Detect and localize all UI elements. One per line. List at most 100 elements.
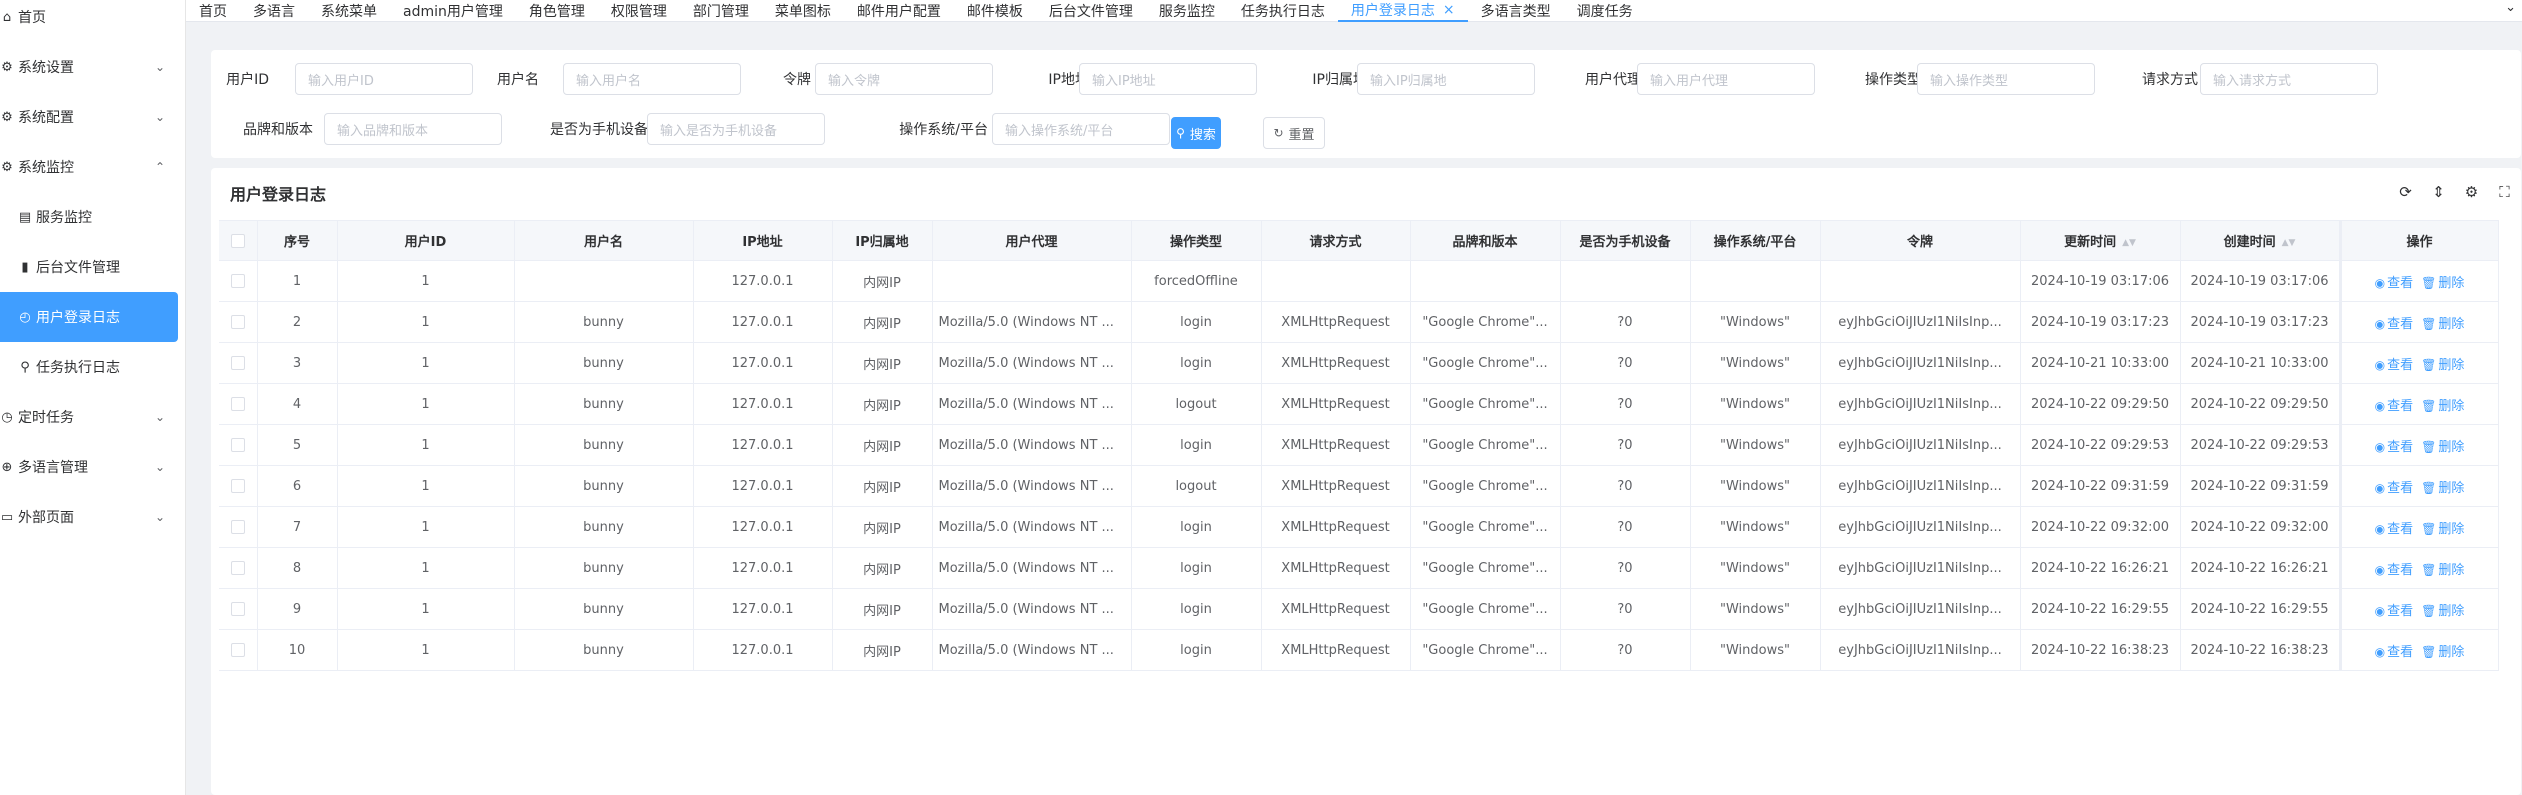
filter-input[interactable]: 输入用户ID — [295, 63, 473, 95]
row-checkbox[interactable] — [230, 479, 245, 493]
table-cell: logout — [1131, 465, 1262, 507]
delete-button[interactable]: 🗑 删除 — [2421, 399, 2464, 414]
tab-2[interactable]: 系统菜单 — [308, 0, 390, 22]
delete-button[interactable]: 🗑 删除 — [2421, 276, 2464, 291]
sidebar-item-6[interactable]: ◴ 用户登录日志 — [0, 292, 178, 342]
table-cell: 2024-10-22 16:38:23 — [2020, 629, 2181, 671]
sidebar-item-2[interactable]: ⚙ 系统配置 ⌄ — [0, 92, 186, 142]
trash-icon: 🗑 — [2421, 521, 2437, 536]
delete-button[interactable]: 🗑 删除 — [2421, 317, 2464, 332]
reset-button[interactable]: ↻ 重置 — [1263, 117, 1325, 149]
view-button[interactable]: ◉ 查看 — [2375, 399, 2414, 414]
table-cell: 2024-10-19 03:17:06 — [2020, 260, 2181, 302]
fullscreen-icon[interactable]: ⛶ — [2488, 183, 2521, 201]
row-checkbox[interactable] — [230, 438, 245, 452]
delete-button[interactable]: 🗑 删除 — [2421, 522, 2464, 537]
filter-input[interactable]: 输入IP归属地 — [1357, 63, 1535, 95]
row-checkbox[interactable] — [230, 643, 245, 657]
view-button[interactable]: ◉ 查看 — [2375, 645, 2414, 660]
sort-icon[interactable]: ▲▼ — [2122, 238, 2136, 247]
filter-input[interactable]: 输入用户名 — [563, 63, 741, 95]
view-button[interactable]: ◉ 查看 — [2375, 358, 2414, 373]
delete-button[interactable]: 🗑 删除 — [2421, 563, 2464, 578]
tab-6[interactable]: 部门管理 — [680, 0, 762, 22]
filter-input[interactable]: 输入用户代理 — [1637, 63, 1815, 95]
refresh-icon[interactable]: ⟳ — [2389, 183, 2422, 201]
column-header-label: 更新时间 — [2064, 235, 2117, 250]
table-cell: 127.0.0.1 — [693, 588, 833, 630]
filter-input[interactable]: 输入品牌和版本 — [324, 113, 502, 145]
tab-15[interactable]: 调度任务 — [1564, 0, 1646, 22]
search-button[interactable]: ⚲ 搜索 — [1171, 117, 1221, 149]
tab-14[interactable]: 多语言类型 — [1468, 0, 1564, 22]
filter-input[interactable]: 输入操作类型 — [1917, 63, 2095, 95]
actions-cell: ◉ 查看 🗑 删除 — [2338, 588, 2499, 630]
tab-0[interactable]: 首页 — [186, 0, 240, 22]
column-header[interactable] — [219, 220, 258, 261]
delete-button[interactable]: 🗑 删除 — [2421, 481, 2464, 496]
row-checkbox[interactable] — [230, 520, 245, 534]
row-checkbox[interactable] — [230, 397, 245, 411]
tab-4[interactable]: 角色管理 — [516, 0, 598, 22]
column-header-label: 请求方式 — [1309, 235, 1362, 250]
settings-icon[interactable]: ⚙ — [2455, 183, 2488, 201]
delete-button[interactable]: 🗑 删除 — [2421, 358, 2464, 373]
table-cell: XMLHttpRequest — [1261, 465, 1411, 507]
row-checkbox[interactable] — [230, 356, 245, 370]
sidebar-item-label: 系统配置 — [18, 110, 74, 126]
tab-9[interactable]: 邮件模板 — [954, 0, 1036, 22]
tab-3[interactable]: admin用户管理 — [390, 0, 516, 22]
close-icon[interactable]: × — [1443, 2, 1455, 18]
filter-input[interactable]: 输入操作系统/平台 — [992, 113, 1170, 145]
table-cell — [514, 260, 694, 302]
view-button[interactable]: ◉ 查看 — [2375, 276, 2414, 291]
table-cell: ?0 — [1560, 629, 1691, 671]
sidebar-item-0[interactable]: ⌂ 首页 — [0, 0, 186, 42]
table-cell: login — [1131, 629, 1262, 671]
tab-1[interactable]: 多语言 — [240, 0, 308, 22]
row-checkbox[interactable] — [230, 602, 245, 616]
tab-10[interactable]: 后台文件管理 — [1036, 0, 1146, 22]
view-button[interactable]: ◉ 查看 — [2375, 563, 2414, 578]
sidebar-item-1[interactable]: ⚙ 系统设置 ⌄ — [0, 42, 186, 92]
filter-input[interactable]: 输入令牌 — [815, 63, 993, 95]
tab-7[interactable]: 菜单图标 — [762, 0, 844, 22]
filter-input[interactable]: 输入是否为手机设备 — [647, 113, 825, 145]
chevron-down-icon[interactable]: ⌄ — [2505, 0, 2516, 15]
table-cell: eyJhbGciOiJIUzI1NiIsInp... — [1820, 547, 2021, 589]
sidebar-item-7[interactable]: ⚲ 任务执行日志 — [0, 342, 186, 392]
delete-button[interactable]: 🗑 删除 — [2421, 645, 2464, 660]
eye-icon: ◉ — [2374, 521, 2386, 536]
select-all-checkbox[interactable] — [230, 233, 245, 248]
tab-5[interactable]: 权限管理 — [598, 0, 680, 22]
tab-12[interactable]: 任务执行日志 — [1228, 0, 1338, 22]
column-header: IP地址 — [693, 220, 833, 261]
column-header[interactable]: 更新时间 ▲▼ — [2020, 220, 2181, 261]
sidebar-item-10[interactable]: ▭ 外部页面 ⌄ — [0, 492, 186, 542]
row-checkbox[interactable] — [230, 561, 245, 575]
sidebar-item-9[interactable]: ⊕ 多语言管理 ⌄ — [0, 442, 186, 492]
sidebar-item-4[interactable]: ▤ 服务监控 — [0, 192, 186, 242]
view-button[interactable]: ◉ 查看 — [2375, 481, 2414, 496]
tab-8[interactable]: 邮件用户配置 — [844, 0, 954, 22]
view-button[interactable]: ◉ 查看 — [2375, 317, 2414, 332]
sort-icon[interactable]: ▲▼ — [2282, 238, 2296, 247]
delete-button[interactable]: 🗑 删除 — [2421, 604, 2464, 619]
filter-input[interactable]: 输入IP地址 — [1079, 63, 1257, 95]
filter-input[interactable]: 输入请求方式 — [2200, 63, 2378, 95]
sidebar-item-8[interactable]: ◷ 定时任务 ⌄ — [0, 392, 186, 442]
view-button[interactable]: ◉ 查看 — [2375, 440, 2414, 455]
row-checkbox[interactable] — [230, 274, 245, 288]
delete-button[interactable]: 🗑 删除 — [2421, 440, 2464, 455]
row-checkbox[interactable] — [230, 315, 245, 329]
column-header[interactable]: 创建时间 ▲▼ — [2180, 220, 2341, 261]
column-height-icon[interactable]: ⇕ — [2422, 183, 2455, 201]
sidebar-item-5[interactable]: ▮ 后台文件管理 — [0, 242, 186, 292]
tab-11[interactable]: 服务监控 — [1146, 0, 1228, 22]
view-button[interactable]: ◉ 查看 — [2375, 604, 2414, 619]
eye-icon: ◉ — [2374, 357, 2386, 372]
tab-13[interactable]: 用户登录日志 × — [1337, 0, 1468, 22]
column-header-label: 令牌 — [1906, 235, 1933, 250]
view-button[interactable]: ◉ 查看 — [2375, 522, 2414, 537]
sidebar-item-3[interactable]: ⚙ 系统监控 ⌃ — [0, 142, 186, 192]
